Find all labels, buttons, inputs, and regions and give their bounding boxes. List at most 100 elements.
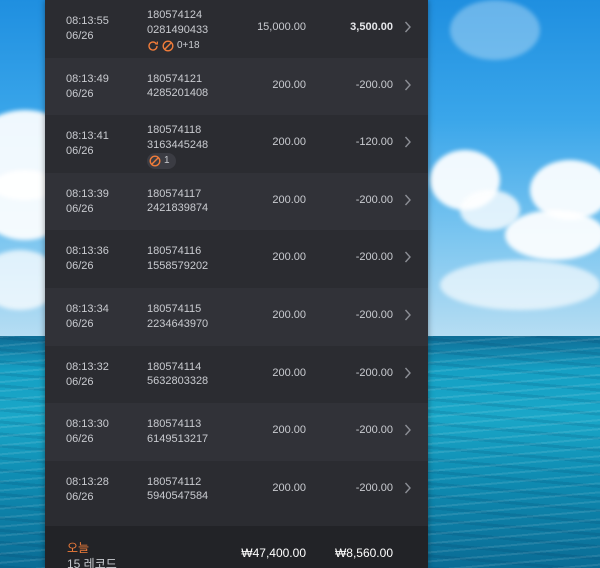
history-row[interactable]: 08:13:39 06/26 180574117 2421839874 200.… xyxy=(45,172,428,231)
history-row[interactable]: 08:13:28 06/26 180574112 5940547584 200.… xyxy=(45,461,428,519)
row-bet-amount: 200.00 xyxy=(272,481,306,494)
row-id-primary: 180574116 xyxy=(147,245,202,258)
row-time: 08:13:32 xyxy=(66,360,109,373)
row-ids: 180574112 5940547584 xyxy=(147,475,208,504)
chevron-right-icon[interactable] xyxy=(404,78,412,92)
no-sign-icon xyxy=(162,40,174,52)
row-bet-amount: 200.00 xyxy=(272,78,306,91)
chevron-right-icon[interactable] xyxy=(404,423,412,437)
row-bet-amount: 200.00 xyxy=(272,366,306,379)
chevron-right-icon[interactable] xyxy=(404,250,412,264)
history-row[interactable]: 08:13:30 06/26 180574113 6149513217 200.… xyxy=(45,403,428,461)
row-id-secondary: 1558579202 xyxy=(147,259,209,272)
row-date: 06/26 xyxy=(66,260,94,273)
row-id-secondary: 2421839874 xyxy=(147,202,209,215)
row-id-primary: 180574124 xyxy=(147,9,203,21)
chevron-right-icon[interactable] xyxy=(404,20,412,34)
chevron-right-icon[interactable] xyxy=(404,366,412,380)
row-id-secondary: 3163445248 xyxy=(147,138,209,151)
row-win-amount: -200.00 xyxy=(355,78,393,91)
history-row[interactable]: 08:13:49 06/26 180574121 4285201408 200.… xyxy=(45,57,428,116)
history-row[interactable]: 08:13:41 06/26 180574118 3163445248 1 20… xyxy=(45,115,428,173)
row-id-secondary: 2234643970 xyxy=(147,317,209,330)
row-badges: 1 xyxy=(147,152,208,170)
row-date: 06/26 xyxy=(66,375,94,388)
row-time: 08:13:41 xyxy=(66,130,109,143)
row-win-amount: -200.00 xyxy=(355,481,393,494)
refresh-icon xyxy=(148,41,159,51)
history-row[interactable]: 08:13:34 06/26 180574115 2234643970 200.… xyxy=(45,288,428,346)
row-win-amount: -120.00 xyxy=(355,136,393,149)
row-date: 06/26 xyxy=(66,87,94,100)
row-ids: 180574114 5632803328 xyxy=(147,360,208,389)
row-time: 08:13:55 xyxy=(66,15,109,27)
row-date: 06/26 xyxy=(66,318,94,330)
row-badges: 0+18 xyxy=(147,39,208,53)
row-datetime: 08:13:39 06/26 xyxy=(66,187,109,217)
row-id-secondary: 6149513217 xyxy=(147,432,209,445)
row-win-amount: -200.00 xyxy=(355,424,393,437)
row-win-amount: -200.00 xyxy=(355,193,393,206)
history-row[interactable]: 08:13:36 06/26 180574116 1558579202 200.… xyxy=(45,230,428,288)
row-ids: 180574115 2234643970 xyxy=(147,302,208,331)
row-bet-amount: 15,000.00 xyxy=(257,21,306,33)
row-win-amount: -200.00 xyxy=(355,251,393,264)
row-time: 08:13:39 xyxy=(66,187,109,200)
row-id-primary: 180574117 xyxy=(147,187,202,200)
history-panel: 08:13:55 06/26 180574124 0281490433 0+18 xyxy=(45,0,428,568)
row-ids: 180574124 0281490433 0+18 xyxy=(147,8,208,53)
row-datetime: 08:13:41 06/26 xyxy=(66,129,109,159)
row-id-primary: 180574118 xyxy=(147,124,202,137)
cloud xyxy=(440,260,600,310)
chevron-right-icon[interactable] xyxy=(404,193,412,207)
row-datetime: 08:13:30 06/26 xyxy=(66,417,109,447)
row-bet-amount: 200.00 xyxy=(272,193,306,206)
row-time: 08:13:34 xyxy=(66,303,109,315)
history-row[interactable]: 08:13:32 06/26 180574114 5632803328 200.… xyxy=(45,346,428,404)
row-ids: 180574116 1558579202 xyxy=(147,244,208,273)
total-win-amount: ₩8,560.00 xyxy=(334,546,393,560)
row-datetime: 08:13:49 06/26 xyxy=(66,72,109,102)
row-date: 06/26 xyxy=(66,433,94,446)
row-date: 06/26 xyxy=(66,202,94,215)
record-count-label: 15 레코드 xyxy=(67,557,117,568)
row-id-primary: 180574121 xyxy=(147,72,203,85)
row-ids: 180574118 3163445248 1 xyxy=(147,123,209,170)
row-id-primary: 180574113 xyxy=(147,418,202,431)
row-bet-amount: 200.00 xyxy=(272,309,306,321)
row-id-secondary: 4285201408 xyxy=(147,87,209,100)
cloud xyxy=(450,0,540,60)
row-time: 08:13:36 xyxy=(66,245,109,258)
row-time: 08:13:30 xyxy=(66,418,109,431)
chevron-right-icon[interactable] xyxy=(404,481,412,495)
row-datetime: 08:13:28 06/26 xyxy=(66,475,109,505)
history-row[interactable]: 08:13:55 06/26 180574124 0281490433 0+18 xyxy=(45,0,428,58)
no-sign-icon xyxy=(149,155,161,167)
cloud xyxy=(505,210,600,260)
row-win-amount: 3,500.00 xyxy=(350,21,393,33)
total-bet-amount: ₩47,400.00 xyxy=(241,546,306,560)
row-ids: 180574117 2421839874 xyxy=(147,187,208,216)
badge-count: 1 xyxy=(164,154,170,166)
row-id-secondary: 5940547584 xyxy=(147,490,209,503)
row-ids: 180574121 4285201408 xyxy=(147,72,208,101)
row-ids: 180574113 6149513217 xyxy=(147,417,208,446)
row-bet-amount: 200.00 xyxy=(272,136,306,149)
row-id-primary: 180574115 xyxy=(147,303,202,315)
row-id-primary: 180574114 xyxy=(147,360,202,373)
row-time: 08:13:28 xyxy=(66,475,109,488)
summary-footer: 오늘 15 레코드 ₩47,400.00 ₩8,560.00 xyxy=(45,526,428,568)
row-win-amount: -200.00 xyxy=(355,309,393,321)
chevron-right-icon[interactable] xyxy=(404,135,412,149)
row-bet-amount: 200.00 xyxy=(272,251,306,264)
row-date: 06/26 xyxy=(66,30,94,42)
row-date: 06/26 xyxy=(66,490,94,503)
row-win-amount: -200.00 xyxy=(355,366,393,379)
row-id-secondary: 0281490433 xyxy=(147,23,209,36)
row-datetime: 08:13:36 06/26 xyxy=(66,244,109,274)
chevron-right-icon[interactable] xyxy=(404,308,412,322)
row-bet-amount: 200.00 xyxy=(272,424,306,437)
row-id-secondary: 5632803328 xyxy=(147,375,209,388)
bonus-badge: 1 xyxy=(147,152,176,170)
row-datetime: 08:13:55 06/26 xyxy=(66,14,109,44)
